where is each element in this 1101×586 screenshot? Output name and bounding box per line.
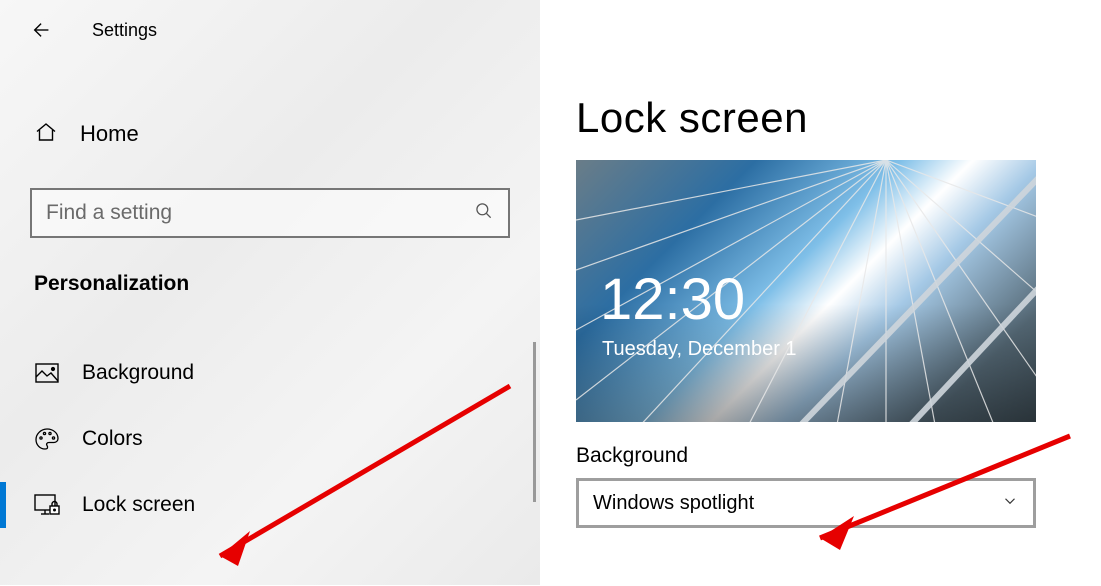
preview-date: Tuesday, December 1: [602, 338, 797, 361]
home-nav-item[interactable]: Home: [0, 106, 540, 162]
sidebar: Settings Home Personalization Background: [0, 0, 540, 585]
titlebar: Settings: [0, 0, 540, 60]
sidebar-item-background[interactable]: Background: [0, 340, 540, 406]
picture-icon: [34, 363, 60, 383]
home-icon: [34, 120, 58, 149]
section-label: Personalization: [34, 272, 540, 296]
lock-screen-preview: 12:30 Tuesday, December 1: [576, 160, 1036, 422]
sidebar-item-colors[interactable]: Colors: [0, 406, 540, 472]
page-heading: Lock screen: [576, 94, 1065, 142]
dropdown-value: Windows spotlight: [593, 492, 754, 515]
nav-item-label: Colors: [82, 427, 143, 451]
nav-item-label: Background: [82, 361, 194, 385]
nav-item-label: Lock screen: [82, 493, 195, 517]
main-panel: Lock screen: [540, 0, 1101, 585]
background-field-label: Background: [576, 444, 1065, 468]
lock-screen-icon: [34, 494, 60, 516]
background-dropdown[interactable]: Windows spotlight: [576, 478, 1036, 528]
sidebar-item-lock-screen[interactable]: Lock screen: [0, 472, 540, 538]
chevron-down-icon: [1001, 492, 1019, 515]
arrow-left-icon: [31, 19, 53, 41]
preview-time: 12:30: [600, 266, 745, 333]
app-title: Settings: [92, 20, 157, 41]
nav-list: Background Colors Lock screen: [0, 340, 540, 538]
search-box[interactable]: [30, 188, 510, 238]
back-button[interactable]: [20, 8, 64, 52]
home-label: Home: [80, 121, 139, 147]
search-input[interactable]: [32, 201, 460, 225]
palette-icon: [34, 427, 60, 451]
search-icon: [460, 201, 508, 226]
